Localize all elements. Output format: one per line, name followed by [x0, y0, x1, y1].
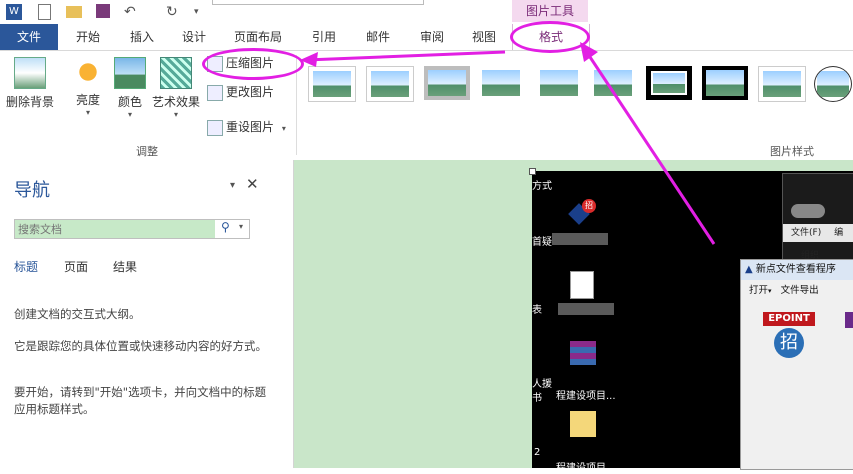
picture-style-thumb[interactable] — [758, 66, 806, 102]
nav-search-box: ⚲ ▾ — [14, 219, 250, 239]
new-document-icon[interactable] — [38, 4, 51, 20]
back-forward-icon — [791, 204, 825, 218]
nav-tab-headings[interactable]: 标题 — [14, 258, 38, 275]
ribbon: 删除背景 亮度 ▾ 颜色 ▾ 艺术效果 ▾ 压缩图片 更改图片 重设图片 ▾ 调… — [0, 50, 853, 162]
notification-badge: 招 — [582, 199, 596, 213]
picture-style-thumb[interactable] — [814, 66, 852, 102]
change-picture-button[interactable]: 更改图片 — [207, 82, 274, 102]
tab-review[interactable]: 审阅 — [408, 24, 456, 50]
desktop-label: 书 — [532, 393, 542, 404]
sun-icon — [73, 57, 103, 87]
picture-style-thumb[interactable] — [590, 66, 636, 100]
chevron-down-icon: ▾ — [768, 287, 772, 295]
picture-style-thumb[interactable] — [702, 66, 748, 100]
brightness-button[interactable]: 亮度 ▾ — [70, 57, 106, 117]
annotation-circle-compress — [202, 48, 304, 80]
nav-hint-3: 要开始，请转到"开始"选项卡，并向文档中的标题应用标题样式。 — [14, 385, 267, 416]
picture-style-thumb[interactable] — [308, 66, 356, 102]
tab-insert[interactable]: 插入 — [118, 24, 166, 50]
navigation-pane: 导航 ▾ ✕ ⚲ ▾ 标题 页面 结果 创建文档的交互式大纲。 它是跟踪您的具体… — [0, 160, 294, 468]
nav-tab-results[interactable]: 结果 — [113, 258, 137, 275]
menu-file[interactable]: 文件(F) — [791, 228, 821, 238]
nav-options-icon[interactable]: ▾ — [230, 180, 235, 191]
folder-icon — [570, 411, 596, 437]
viewer-title-bar: ▲ 新点文件查看程序 — [741, 260, 853, 280]
viewer-app-icon: ▲ — [745, 264, 753, 275]
viewer-toolbar: 打开▾ 文件导出 — [741, 282, 853, 300]
artistic-effects-icon — [160, 57, 192, 89]
tab-home[interactable]: 开始 — [64, 24, 112, 50]
nav-tab-pages[interactable]: 页面 — [64, 258, 88, 275]
menu-edit[interactable]: 编 — [834, 228, 843, 238]
remove-background-icon — [14, 57, 46, 89]
close-icon[interactable]: ✕ — [246, 175, 259, 193]
epoint-logo: EPOINT 招 — [763, 312, 815, 362]
picture-style-thumb[interactable] — [424, 66, 470, 100]
reset-picture-button[interactable]: 重设图片 ▾ — [207, 117, 286, 137]
picture-style-thumb[interactable] — [366, 66, 414, 102]
adjust-group-label: 调整 — [136, 145, 158, 158]
chevron-down-icon: ▾ — [85, 108, 90, 117]
inserted-screenshot[interactable]: 方式 招 首疑 表 人援 程建设项目... 书 2 程建设项目... 文件(F)… — [529, 168, 853, 474]
tab-file[interactable]: 文件 — [0, 24, 58, 50]
excel-file-icon — [570, 271, 594, 299]
desktop-icon-label: 程建设项目... — [556, 391, 616, 402]
reset-picture-icon — [207, 119, 223, 136]
desktop-label: 首疑 — [532, 237, 552, 248]
tab-layout[interactable]: 页面布局 — [226, 24, 290, 50]
nav-hint-2: 它是跟踪您的具体位置或快速移动内容的好方式。 — [14, 339, 267, 353]
remove-background-button[interactable]: 删除背景 — [4, 57, 56, 110]
tab-design[interactable]: 设计 — [170, 24, 218, 50]
picture-styles-gallery — [300, 51, 853, 137]
color-button[interactable]: 颜色 ▾ — [112, 57, 148, 119]
nav-hint-1: 创建文档的交互式大纲。 — [14, 307, 141, 321]
logo-text: EPOINT — [763, 312, 815, 326]
search-input[interactable] — [15, 220, 215, 238]
ribbon-tabs: 文件 开始 插入 设计 页面布局 引用 邮件 审阅 视图 格式 — [0, 24, 853, 50]
desktop-label: 人援 — [532, 379, 552, 390]
open-menu[interactable]: 打开 — [749, 285, 768, 296]
selection-handle[interactable] — [529, 168, 536, 175]
color-picture-icon — [114, 57, 146, 89]
word-logo-icon: W — [6, 4, 22, 20]
export-menu[interactable]: 文件导出 — [781, 285, 819, 296]
chevron-down-icon: ▾ — [173, 110, 178, 119]
tab-references[interactable]: 引用 — [300, 24, 348, 50]
save-icon[interactable] — [96, 4, 110, 18]
desktop-icon-label: 程建设项目... — [556, 463, 616, 474]
customize-qat-icon[interactable]: ▾ — [194, 4, 210, 20]
picture-tools-header: 图片工具 — [512, 0, 588, 22]
undo-icon[interactable]: ↶ — [124, 4, 140, 20]
artistic-effects-button[interactable]: 艺术效果 ▾ — [150, 57, 202, 119]
viewer-icon-partial — [845, 312, 853, 328]
picture-style-thumb[interactable] — [536, 66, 582, 100]
tab-view[interactable]: 视图 — [460, 24, 508, 50]
desktop-label: 2 — [534, 447, 541, 458]
search-icon[interactable]: ⚲ — [221, 220, 230, 234]
chevron-down-icon: ▾ — [127, 110, 132, 119]
blurred-label — [552, 233, 608, 245]
viewer-window: ▲ 新点文件查看程序 打开▾ 文件导出 EPOINT 招 — [740, 259, 853, 470]
annotation-circle-format — [510, 21, 590, 53]
picture-styles-group-label: 图片样式 — [770, 145, 814, 158]
open-folder-icon[interactable] — [66, 6, 82, 18]
change-picture-icon — [207, 84, 223, 101]
redo-icon[interactable]: ↻ — [166, 4, 182, 20]
desktop-label: 表 — [532, 305, 542, 316]
chevron-down-icon[interactable]: ▾ — [239, 222, 243, 231]
chevron-down-icon: ▾ — [281, 124, 286, 133]
popup-corner — [212, 0, 424, 5]
picture-style-thumb[interactable] — [646, 66, 692, 100]
window-menu-bar: 文件(F) 编 — [783, 224, 853, 242]
nav-title: 导航 — [14, 180, 50, 201]
picture-style-thumb[interactable] — [478, 66, 524, 100]
viewer-title: 新点文件查看程序 — [755, 264, 836, 275]
blurred-label — [558, 303, 614, 315]
desktop-label: 方式 — [532, 181, 552, 192]
winrar-icon — [570, 341, 596, 365]
logo-char: 招 — [774, 328, 804, 358]
tab-mailings[interactable]: 邮件 — [354, 24, 402, 50]
quick-access-toolbar: W ↶ ↻ ▾ — [0, 0, 853, 24]
